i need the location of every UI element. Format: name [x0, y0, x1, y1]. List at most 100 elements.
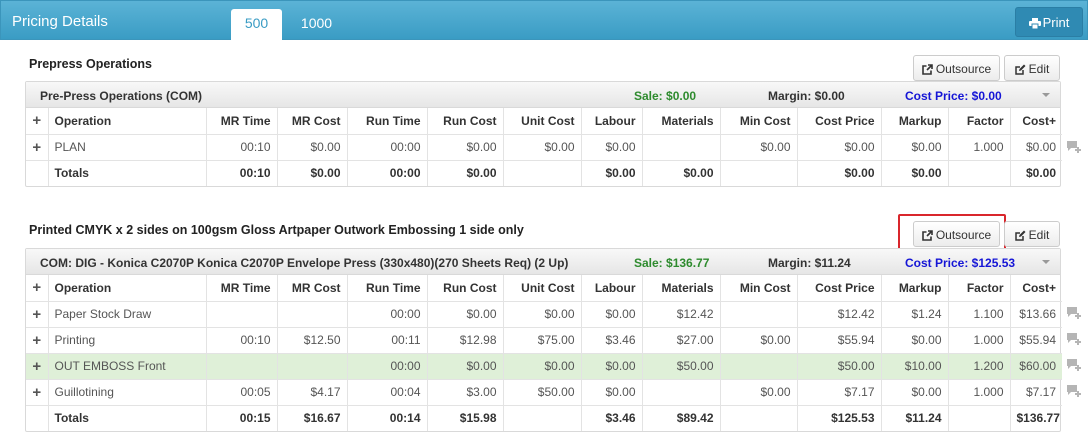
table-cell: $0.00: [581, 379, 643, 406]
add-comment-icon[interactable]: [1066, 140, 1082, 157]
table-cell: $1.24: [881, 301, 949, 328]
outsource-button-printed[interactable]: Outsource: [913, 221, 1000, 247]
caret-down-icon[interactable]: [1042, 260, 1050, 264]
table-cell: $60.00: [1010, 353, 1062, 380]
section-title-printed: Printed CMYK x 2 sides on 100gsm Gloss A…: [29, 223, 524, 237]
outsource-button-prepress[interactable]: Outsource: [913, 55, 1000, 81]
table-cell: 1.000: [948, 379, 1011, 406]
expand-plus-icon[interactable]: +: [26, 301, 49, 328]
table-cell: $50.00: [797, 353, 882, 380]
table-cell: $4.17: [277, 379, 348, 406]
table-cell: $0.00: [881, 134, 949, 161]
table-row[interactable]: + PLAN 00:10 $0.00 00:00 $0.00 $0.00 $0.00 $0.00…: [26, 134, 1062, 161]
totals-cell: $15.98: [427, 405, 504, 431]
column-header: Operation: [48, 108, 207, 135]
table-cell: $0.00: [720, 379, 798, 406]
expand-plus-icon[interactable]: +: [26, 134, 49, 161]
summary-cost-price: Cost Price: $0.00: [905, 89, 1002, 103]
column-header: Materials: [642, 275, 721, 302]
table-cell: $12.42: [642, 301, 721, 328]
edit-icon: [1014, 64, 1026, 75]
table-cell: 00:00: [347, 353, 428, 380]
add-comment-icon[interactable]: [1066, 384, 1082, 401]
totals-cell: 00:15: [206, 405, 278, 431]
edit-label: Edit: [1028, 62, 1050, 76]
table-cell: $7.17: [797, 379, 882, 406]
table-cell: $0.00: [1010, 134, 1062, 161]
operations-table: + Operation MR Time MR Cost Run Time Run Cost…: [26, 275, 1062, 431]
table-cell: 00:05: [206, 379, 278, 406]
totals-cell: $0.00: [581, 160, 643, 186]
table-row[interactable]: + Guillotining 00:05 $4.17 00:04 $3.00 $50.00 $…: [26, 379, 1062, 406]
table-cell: $0.00: [581, 301, 643, 328]
summary-row[interactable]: COM: DIG - Konica C2070P Konica C2070P E…: [26, 249, 1060, 275]
expand-plus-icon[interactable]: +: [26, 327, 49, 354]
totals-row: Totals 00:15 $16.67 00:14 $15.98 $3.46 $89.42 $…: [26, 405, 1062, 431]
column-header: Cost+: [1010, 108, 1062, 135]
column-header: Min Cost: [720, 275, 798, 302]
table-row[interactable]: + Paper Stock Draw 00:00 $0.00 $0.00 $0.00 $12…: [26, 301, 1062, 328]
table-cell: $0.00: [503, 134, 582, 161]
page-title: Pricing Details: [12, 13, 108, 30]
table-cell: [206, 301, 278, 328]
add-comment-icon[interactable]: [1066, 358, 1082, 375]
totals-cell: $16.67: [277, 405, 348, 431]
table-cell: 1.000: [948, 134, 1011, 161]
totals-label: Totals: [48, 160, 207, 186]
table-cell: 00:10: [206, 327, 278, 354]
operation-name: Paper Stock Draw: [48, 301, 207, 328]
summary-sale: Sale: $0.00: [634, 89, 697, 103]
totals-row: Totals 00:10 $0.00 00:00 $0.00 $0.00 $0.00 $0.0…: [26, 160, 1062, 186]
operation-name: OUT EMBOSS Front: [48, 353, 207, 380]
expand-plus-icon[interactable]: +: [26, 275, 49, 302]
pricing-header: Pricing Details 500 1000 Print: [0, 0, 1088, 41]
table-cell: $10.00: [881, 353, 949, 380]
table-cell: $50.00: [642, 353, 721, 380]
totals-cell: $0.00: [427, 160, 504, 186]
summary-margin: Margin: $11.24: [768, 256, 851, 270]
edit-button-prepress[interactable]: Edit: [1004, 55, 1060, 81]
table-cell: $0.00: [881, 379, 949, 406]
table-cell: $0.00: [581, 134, 643, 161]
table-cell: $0.00: [720, 327, 798, 354]
totals-cell: 00:14: [347, 405, 428, 431]
outsource-label: Outsource: [935, 62, 992, 76]
header-row: + Operation MR Time MR Cost Run Time Run Cost…: [26, 108, 1062, 135]
column-header: Run Cost: [427, 108, 504, 135]
add-comment-icon[interactable]: [1066, 306, 1082, 323]
totals-cell: $125.53: [797, 405, 882, 431]
print-label: Print: [1042, 15, 1070, 30]
totals-cell: $136.77: [1016, 411, 1060, 426]
column-header: Materials: [642, 108, 721, 135]
add-comment-icon[interactable]: [1066, 332, 1082, 349]
table-row[interactable]: + OUT EMBOSS Front 00:00 $0.00 $0.00 $0.00 $50…: [26, 353, 1062, 380]
expand-plus-icon[interactable]: +: [26, 108, 49, 135]
summary-row[interactable]: Pre-Press Operations (COM) Sale: $0.00 M…: [26, 82, 1060, 108]
column-header: Cost Price: [797, 275, 882, 302]
summary-sale: Sale: $136.77: [634, 256, 710, 270]
print-button[interactable]: Print: [1015, 7, 1083, 37]
tab-500[interactable]: 500: [231, 9, 282, 41]
summary-name: COM: DIG - Konica C2070P Konica C2070P E…: [40, 256, 569, 270]
spacer-cell: [26, 405, 49, 431]
summary-margin: Margin: $0.00: [768, 89, 845, 103]
table-cell: $55.94: [797, 327, 882, 354]
summary-name: Pre-Press Operations (COM): [40, 89, 203, 103]
totals-cell: $3.46: [581, 405, 643, 431]
totals-cell: $0.00: [642, 160, 721, 186]
column-header: Operation: [48, 275, 207, 302]
totals-cell: [948, 405, 1011, 431]
totals-cell: 00:10: [206, 160, 278, 186]
edit-button-printed[interactable]: Edit: [1004, 221, 1060, 247]
table-row[interactable]: + Printing 00:10 $12.50 00:11 $12.98 $75.00 $3.…: [26, 327, 1062, 354]
expand-plus-icon[interactable]: +: [26, 379, 49, 406]
table-cell: 1.000: [948, 327, 1011, 354]
expand-plus-icon[interactable]: +: [26, 353, 49, 380]
edit-label: Edit: [1028, 228, 1050, 242]
tab-1000[interactable]: 1000: [289, 9, 344, 41]
table-cell: [206, 353, 278, 380]
column-header: MR Time: [206, 108, 278, 135]
table-cell: [720, 353, 798, 380]
totals-cell: $11.24: [881, 405, 949, 431]
caret-down-icon[interactable]: [1042, 93, 1050, 97]
